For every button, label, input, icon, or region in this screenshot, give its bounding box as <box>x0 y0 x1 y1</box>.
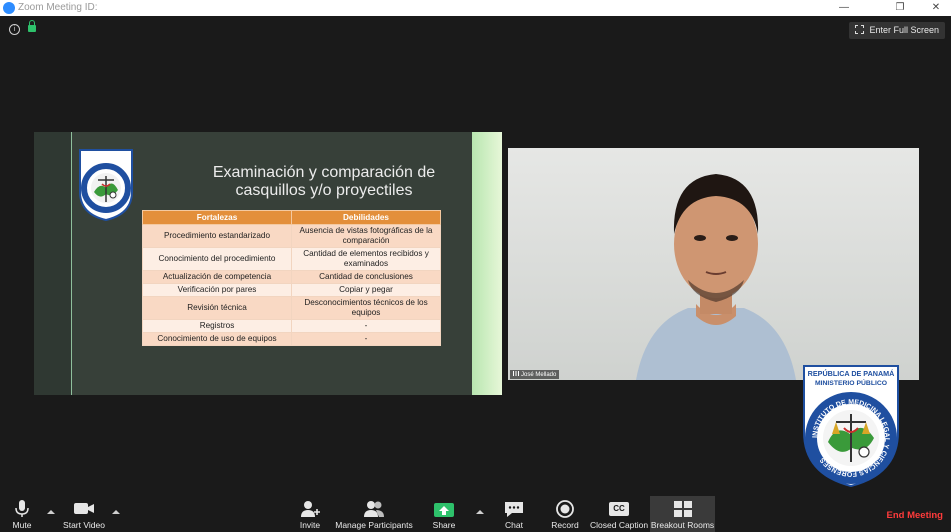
slide-title: Examinación y comparación de casquillos … <box>194 164 454 200</box>
strengths-weaknesses-table: Fortalezas Debilidades Procedimiento est… <box>142 210 441 346</box>
end-meeting-button[interactable]: End Meeting <box>887 510 943 521</box>
slide-title-line-1: Examinación y comparación de <box>212 164 436 181</box>
table-row: Registros - <box>142 319 441 333</box>
logo-line-2: MINISTERIO PÚBLICO <box>815 378 887 387</box>
video-camera-icon <box>74 503 94 514</box>
mute-options-caret[interactable] <box>47 510 55 514</box>
table-cell: Verificación por pares <box>142 283 292 297</box>
header-debilidades: Debilidades <box>291 210 441 225</box>
ministerio-publico-logo-small <box>79 149 133 222</box>
breakout-rooms-label: Breakout Rooms <box>650 520 715 530</box>
fullscreen-icon <box>855 25 865 34</box>
table-cell: Ausencia de vistas fotográficas de la co… <box>291 224 441 248</box>
table-cell: Cantidad de conclusiones <box>291 270 441 284</box>
restore-icon[interactable]: ❐ <box>885 0 915 16</box>
close-icon[interactable]: ✕ <box>921 0 951 16</box>
invite-label: Invite <box>299 520 321 530</box>
table-cell: Copiar y pegar <box>291 283 441 297</box>
window-title: Zoom Meeting ID: <box>18 2 98 13</box>
table-cell: Conocimiento de uso de equipos <box>142 332 292 346</box>
table-cell: Revisión técnica <box>142 296 292 320</box>
table-row: Procedimiento estandarizado Ausencia de … <box>142 224 441 248</box>
fullscreen-label: Enter Full Screen <box>869 25 939 35</box>
breakout-rooms-icon <box>673 501 692 517</box>
table-cell: Actualización de competencia <box>142 270 292 284</box>
slide-title-line-2: casquillos y/o proyectiles <box>235 182 413 199</box>
chat-icon <box>505 502 523 517</box>
share-button[interactable]: Share <box>428 496 460 532</box>
chat-button[interactable]: Chat <box>498 496 530 532</box>
meeting-toolbar: Mute Start Video Invite Manage Participa… <box>0 496 951 532</box>
enter-full-screen-button[interactable]: Enter Full Screen <box>849 22 945 39</box>
table-cell: - <box>291 319 441 333</box>
participants-icon <box>364 501 384 517</box>
microphone-icon <box>15 500 29 517</box>
record-label: Record <box>551 520 579 530</box>
invite-button[interactable]: Invite <box>294 496 326 532</box>
info-icon[interactable]: i <box>9 24 20 35</box>
mute-button[interactable]: Mute <box>4 496 40 532</box>
table-row: Verificación por pares Copiar y pegar <box>142 283 441 297</box>
cc-badge-text: CC <box>613 504 625 513</box>
participant-name-tag: José Mellado <box>510 370 560 379</box>
participant-name: José Mellado <box>521 372 557 378</box>
table-cell: - <box>291 332 441 346</box>
start-video-button[interactable]: Start Video <box>60 496 108 532</box>
logo-line-1: REPÚBLICA DE PANAMÁ <box>808 369 895 378</box>
zoom-app-icon <box>3 2 15 14</box>
video-options-caret[interactable] <box>112 510 120 514</box>
table-header-row: Fortalezas Debilidades <box>142 210 441 225</box>
table-cell: Desconocimientos técnicos de los equipos <box>291 296 441 320</box>
start-video-label: Start Video <box>63 520 105 530</box>
share-options-caret[interactable] <box>476 510 484 514</box>
table-row: Actualización de competencia Cantidad de… <box>142 270 441 284</box>
share-screen-icon <box>434 503 454 517</box>
slide-left-band <box>34 132 72 395</box>
record-icon <box>556 500 574 518</box>
mute-label: Mute <box>12 520 32 530</box>
table-cell: Cantidad de elementos recibidos y examin… <box>291 247 441 271</box>
closed-caption-icon: CC <box>609 502 629 516</box>
signal-icon <box>513 371 519 376</box>
table-row: Conocimiento del procedimiento Cantidad … <box>142 247 441 271</box>
record-button[interactable]: Record <box>548 496 582 532</box>
header-fortalezas: Fortalezas <box>142 210 292 225</box>
manage-participants-label: Manage Participants <box>335 520 413 530</box>
table-row: Revisión técnica Desconocimientos técnic… <box>142 296 441 320</box>
chat-label: Chat <box>505 520 523 530</box>
slide-right-band <box>472 132 502 395</box>
window-titlebar: Zoom Meeting ID: — ❐ ✕ <box>0 0 951 16</box>
closed-caption-label: Closed Caption <box>590 520 649 530</box>
manage-participants-button[interactable]: Manage Participants <box>334 496 414 532</box>
invite-icon <box>301 501 320 517</box>
table-cell: Procedimiento estandarizado <box>142 224 292 248</box>
lock-icon[interactable] <box>28 20 36 32</box>
breakout-rooms-button[interactable]: Breakout Rooms <box>650 496 715 532</box>
shared-slide: Examinación y comparación de casquillos … <box>34 132 502 395</box>
share-label: Share <box>432 520 456 530</box>
table-cell: Conocimiento del procedimiento <box>142 247 292 271</box>
instituto-medicina-legal-logo: REPÚBLICA DE PANAMÁ MINISTERIO PÚBLICO I… <box>803 365 899 488</box>
minimize-icon[interactable]: — <box>829 0 859 16</box>
table-row: Conocimiento de uso de equipos - <box>142 332 441 346</box>
participant-video[interactable]: José Mellado <box>508 148 919 380</box>
table-cell: Registros <box>142 319 292 333</box>
meeting-topbar: i Enter Full Screen <box>0 16 951 44</box>
participant-person <box>636 174 796 380</box>
closed-caption-button[interactable]: CC Closed Caption <box>590 496 648 532</box>
